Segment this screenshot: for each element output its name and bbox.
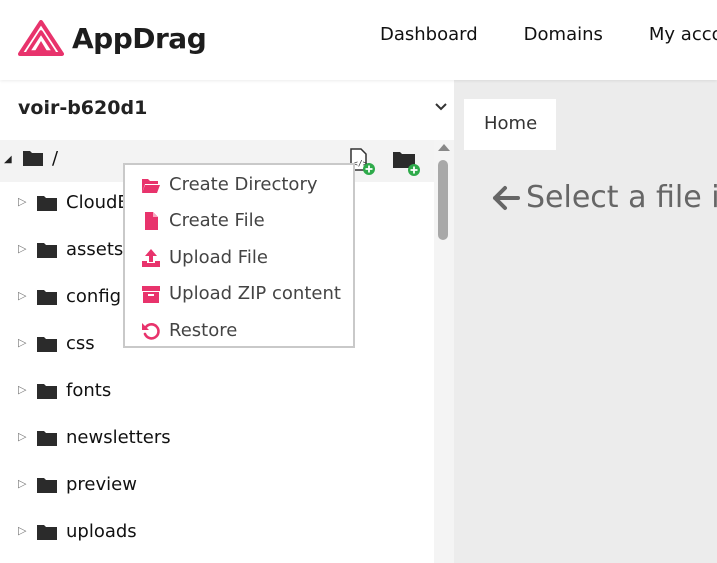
expand-arrow-icon[interactable]: ▷ [18, 430, 26, 443]
tree-item-label: config [66, 286, 122, 307]
folder-icon [37, 290, 57, 305]
tree-item-label: CloudB [66, 192, 130, 213]
tree-scrollbar[interactable] [434, 140, 454, 563]
expand-arrow-icon[interactable]: ▷ [18, 242, 26, 255]
undo-icon [142, 323, 160, 340]
menu-item-label: Create File [169, 210, 265, 231]
project-name: voir-b620d1 [18, 97, 148, 119]
menu-create-directory[interactable]: Create Directory [125, 167, 353, 203]
folder-icon [23, 151, 43, 166]
tree-item-label: uploads [66, 521, 137, 542]
expand-arrow-icon[interactable]: ▷ [18, 195, 26, 208]
upload-icon [142, 249, 160, 267]
folder-icon [37, 431, 57, 446]
nav-my-account[interactable]: My acco [649, 24, 717, 45]
logo-text: AppDrag [72, 21, 207, 55]
editor-area: Home Select a file in t [454, 80, 717, 563]
expand-arrow-icon[interactable]: ▷ [18, 383, 26, 396]
folder-icon [37, 196, 57, 211]
tree-item-label: assets [66, 239, 124, 260]
nav-dashboard[interactable]: Dashboard [380, 24, 478, 45]
menu-upload-zip[interactable]: Upload ZIP content [125, 276, 353, 312]
main-nav: Dashboard Domains My acco [380, 24, 717, 45]
expand-arrow-icon[interactable]: ▷ [18, 336, 26, 349]
folder-icon [37, 243, 57, 258]
file-icon [145, 212, 158, 230]
menu-item-label: Upload ZIP content [169, 283, 341, 304]
tree-item[interactable]: ▷ fonts [0, 370, 434, 414]
tree-item-label: preview [66, 474, 137, 495]
new-folder-icon[interactable] [392, 149, 424, 179]
context-menu: Create Directory Create File Upload File… [123, 163, 355, 348]
nav-domains[interactable]: Domains [524, 24, 603, 45]
empty-state-text: Select a file in t [526, 180, 717, 215]
chevron-down-icon [435, 103, 447, 111]
menu-item-label: Upload File [169, 247, 268, 268]
menu-upload-file[interactable]: Upload File [125, 240, 353, 276]
scroll-up-arrow-icon[interactable] [438, 144, 450, 151]
app-header: AppDrag Dashboard Domains My acco [0, 0, 717, 80]
tab-home[interactable]: Home [464, 99, 556, 150]
tree-item[interactable]: ▷ newsletters [0, 417, 434, 461]
tree-item-label: fonts [66, 380, 112, 401]
tree-root-label: / [52, 148, 59, 169]
tree-item[interactable]: ▷ preview [0, 464, 434, 508]
folder-icon [37, 384, 57, 399]
empty-state-message: Select a file in t [492, 180, 717, 215]
menu-item-label: Create Directory [169, 174, 318, 195]
tree-item-label: newsletters [66, 427, 171, 448]
archive-icon [142, 286, 160, 303]
folder-icon [37, 478, 57, 493]
folder-icon [37, 525, 57, 540]
tree-item[interactable]: ▷ uploads [0, 511, 434, 555]
collapse-arrow-icon[interactable]: ◢ [4, 154, 12, 165]
app-logo[interactable]: AppDrag [18, 18, 207, 58]
expand-arrow-icon[interactable]: ▷ [18, 289, 26, 302]
expand-arrow-icon[interactable]: ▷ [18, 477, 26, 490]
folder-icon [37, 337, 57, 352]
expand-arrow-icon[interactable]: ▷ [18, 524, 26, 537]
menu-create-file[interactable]: Create File [125, 203, 353, 239]
menu-restore[interactable]: Restore [125, 313, 353, 349]
tree-item-label: css [66, 333, 95, 354]
project-selector[interactable]: voir-b620d1 [0, 80, 454, 138]
arrow-left-icon [493, 185, 520, 210]
folder-open-icon [142, 179, 160, 193]
scrollbar-thumb[interactable] [438, 160, 448, 240]
appdrag-logo-icon [18, 20, 64, 56]
menu-item-label: Restore [169, 320, 238, 341]
